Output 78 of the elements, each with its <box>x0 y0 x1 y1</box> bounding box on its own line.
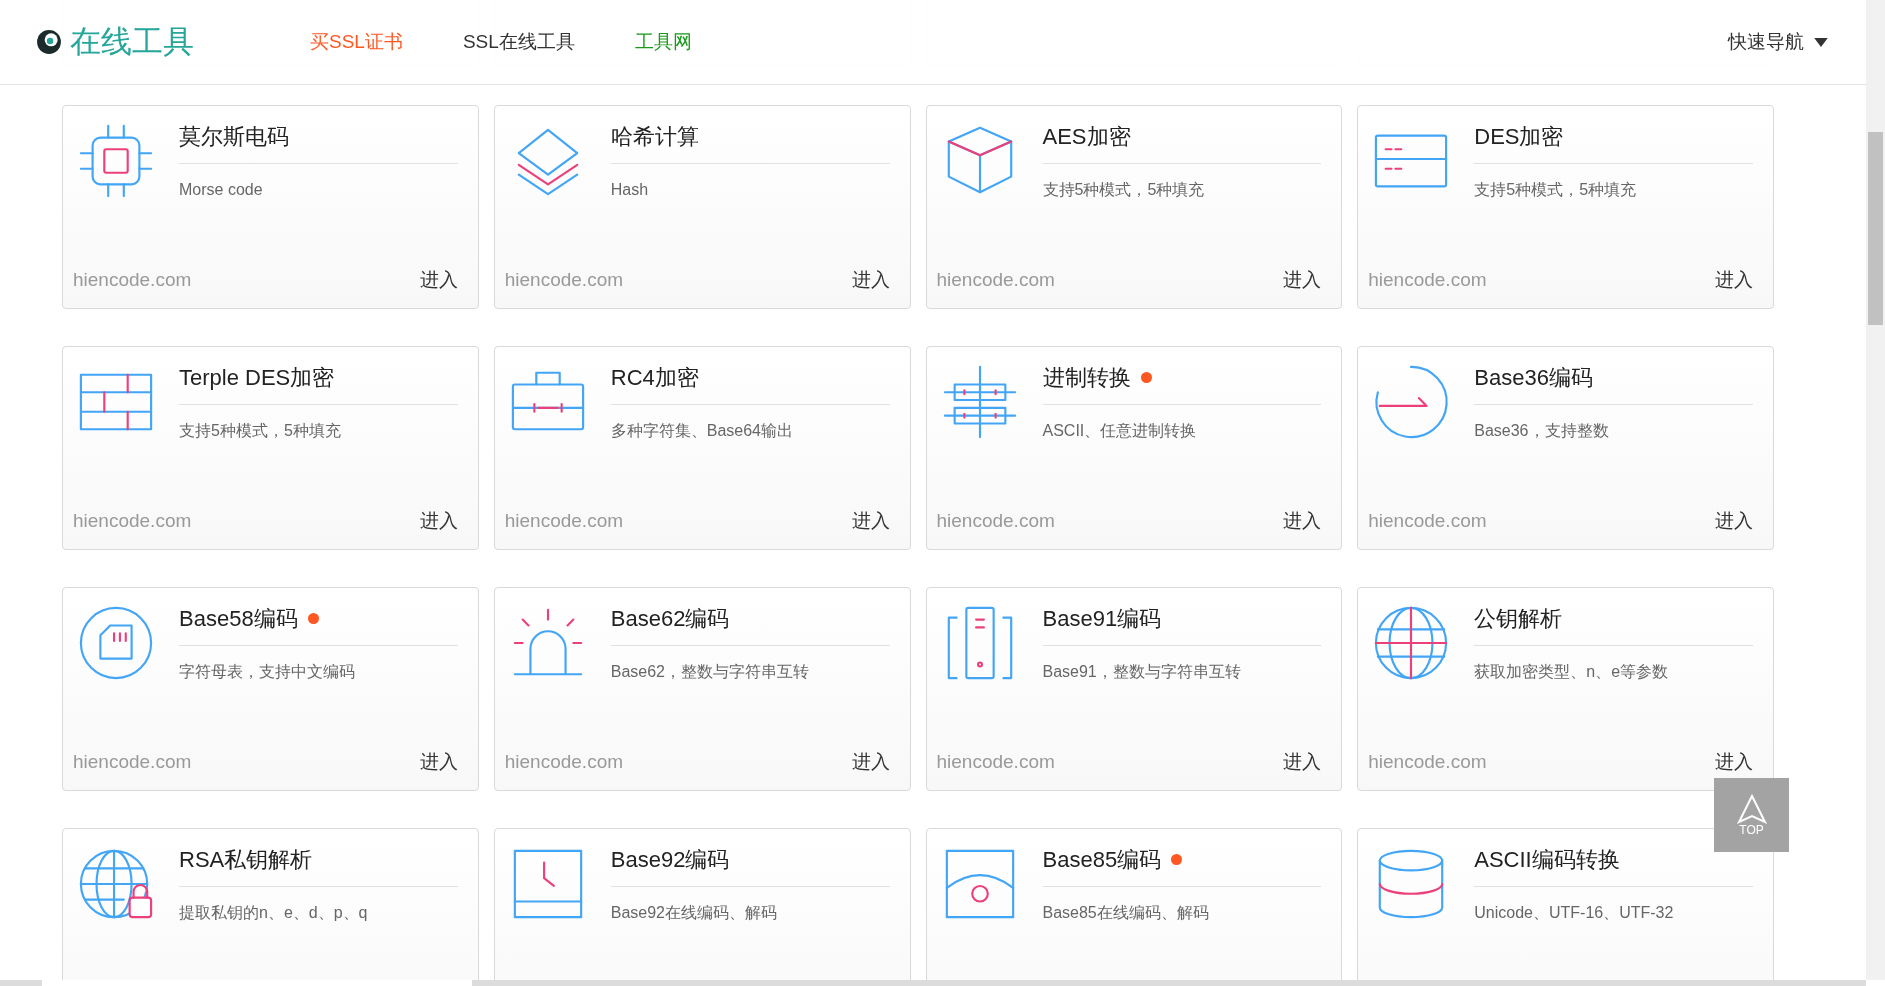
tool-description: ASCII、任意进制转换 <box>1042 421 1198 441</box>
tool-description: 支持5种模式，5种填充 <box>1042 180 1206 200</box>
tool-title: AES加密 <box>1042 123 1131 151</box>
site-domain: hiencode.com <box>504 508 624 533</box>
tool-title: DES加密 <box>1474 123 1564 151</box>
enter-link[interactable]: 进入 <box>851 265 890 294</box>
site-domain: hiencode.com <box>936 749 1055 774</box>
tool-title: 公钥解析 <box>1474 605 1563 633</box>
tool-description: Base91，整数与字符串互转 <box>1042 662 1242 682</box>
chip-icon <box>77 122 155 200</box>
tool-card[interactable]: 哈希计算 Hash hiencode.com 进入 <box>493 105 911 309</box>
tool-title: 进制转换 <box>1042 364 1131 392</box>
tool-description: Base36，支持整数 <box>1474 421 1610 441</box>
enter-link[interactable]: 进入 <box>1283 747 1322 776</box>
caret-icon <box>1814 37 1828 47</box>
nav-link[interactable]: SSL在线工具 <box>462 27 575 57</box>
tool-description: 获取加密类型、n、e等参数 <box>1474 662 1670 682</box>
tool-card[interactable]: Base91编码 Base91，整数与字符串互转 hiencode.com 进入 <box>925 587 1343 791</box>
logo-icon <box>36 29 62 55</box>
tool-title: RC4加密 <box>610 364 699 392</box>
enter-link[interactable]: 进入 <box>1283 265 1322 294</box>
tool-title: Base58编码 <box>179 605 298 633</box>
tool-card[interactable]: AES加密 支持5种模式，5种填充 hiencode.com 进入 <box>925 105 1343 309</box>
vertical-scrollbar[interactable] <box>1866 0 1885 980</box>
tool-card[interactable]: Base62编码 Base62，整数与字符串互转 hiencode.com 进入 <box>493 587 911 791</box>
tool-description: Hash <box>610 180 650 200</box>
tool-title: 哈希计算 <box>610 123 699 151</box>
site-domain: hiencode.com <box>73 749 192 774</box>
tool-title: RSA私钥解析 <box>179 846 313 874</box>
enter-link[interactable]: 进入 <box>1715 506 1753 535</box>
site-domain: hiencode.com <box>1368 267 1487 292</box>
tool-description: Base92在线编码、解码 <box>610 903 778 923</box>
enter-link[interactable]: 进入 <box>419 506 458 535</box>
site-domain: hiencode.com <box>504 267 624 292</box>
enter-link[interactable]: 进入 <box>851 506 890 535</box>
site-domain: hiencode.com <box>936 508 1055 533</box>
tool-description: 支持5种模式，5种填充 <box>1474 180 1638 200</box>
site-domain: hiencode.com <box>1368 508 1487 533</box>
enter-link[interactable]: 进入 <box>1283 506 1322 535</box>
tool-description: Unicode、UTF-16、UTF-32 <box>1474 903 1675 923</box>
tool-card[interactable]: DES加密 支持5种模式，5种填充 hiencode.com 进入 <box>1357 105 1774 309</box>
enter-link[interactable]: 进入 <box>851 747 890 776</box>
enter-link[interactable]: 进入 <box>419 747 458 776</box>
tool-card[interactable]: 公钥解析 获取加密类型、n、e等参数 hiencode.com 进入 <box>1357 587 1774 791</box>
horizontal-scrollbar[interactable] <box>0 980 1866 986</box>
enter-link[interactable]: 进入 <box>1715 747 1753 776</box>
tool-description: 提取私钥的n、e、d、p、q <box>179 903 369 923</box>
tool-description: Morse code <box>179 180 264 200</box>
tool-description: Base62，整数与字符串互转 <box>610 662 810 682</box>
site-domain: hiencode.com <box>73 267 192 292</box>
tool-description: 支持5种模式，5种填充 <box>179 421 342 441</box>
arrow-up-icon <box>1734 794 1769 824</box>
tool-title: Base62编码 <box>610 605 730 633</box>
site-domain: hiencode.com <box>936 267 1055 292</box>
tool-description: 字符母表，支持中文编码 <box>179 662 356 682</box>
site-domain: hiencode.com <box>1368 749 1487 774</box>
tool-title: Base85编码 <box>1042 846 1162 874</box>
quick-nav-menu[interactable]: 快速导航 <box>1728 27 1828 57</box>
site-domain: hiencode.com <box>504 749 624 774</box>
tool-card[interactable]: 进制转换 ASCII、任意进制转换 hiencode.com 进入 <box>925 346 1343 550</box>
tool-card[interactable]: Base36编码 Base36，支持整数 hiencode.com 进入 <box>1357 346 1774 550</box>
tool-title: Base92编码 <box>610 846 730 874</box>
tool-description: Base85在线编码、解码 <box>1042 903 1210 923</box>
tool-card[interactable]: RC4加密 多种字符集、Base64输出 hiencode.com 进入 <box>493 346 911 550</box>
tool-description: 多种字符集、Base64输出 <box>610 421 794 441</box>
enter-link[interactable]: 进入 <box>419 265 458 294</box>
tool-title: 莫尔斯电码 <box>179 123 289 151</box>
site-domain: hiencode.com <box>73 508 192 533</box>
memory-card-icon <box>77 604 155 682</box>
enter-link[interactable]: 进入 <box>1715 265 1753 294</box>
tool-card[interactable]: Base58编码 字符母表，支持中文编码 hiencode.com 进入 <box>62 587 479 791</box>
tool-title: ASCII编码转换 <box>1474 846 1620 874</box>
nav-link[interactable]: 工具网 <box>634 27 692 57</box>
tool-title: Terple DES加密 <box>179 364 335 392</box>
tool-card[interactable]: Terple DES加密 支持5种模式，5种填充 hiencode.com 进入 <box>62 346 479 550</box>
tool-title: Base91编码 <box>1042 605 1162 633</box>
tool-title: Base36编码 <box>1474 364 1593 392</box>
tool-card[interactable]: 莫尔斯电码 Morse code hiencode.com 进入 <box>62 105 479 309</box>
